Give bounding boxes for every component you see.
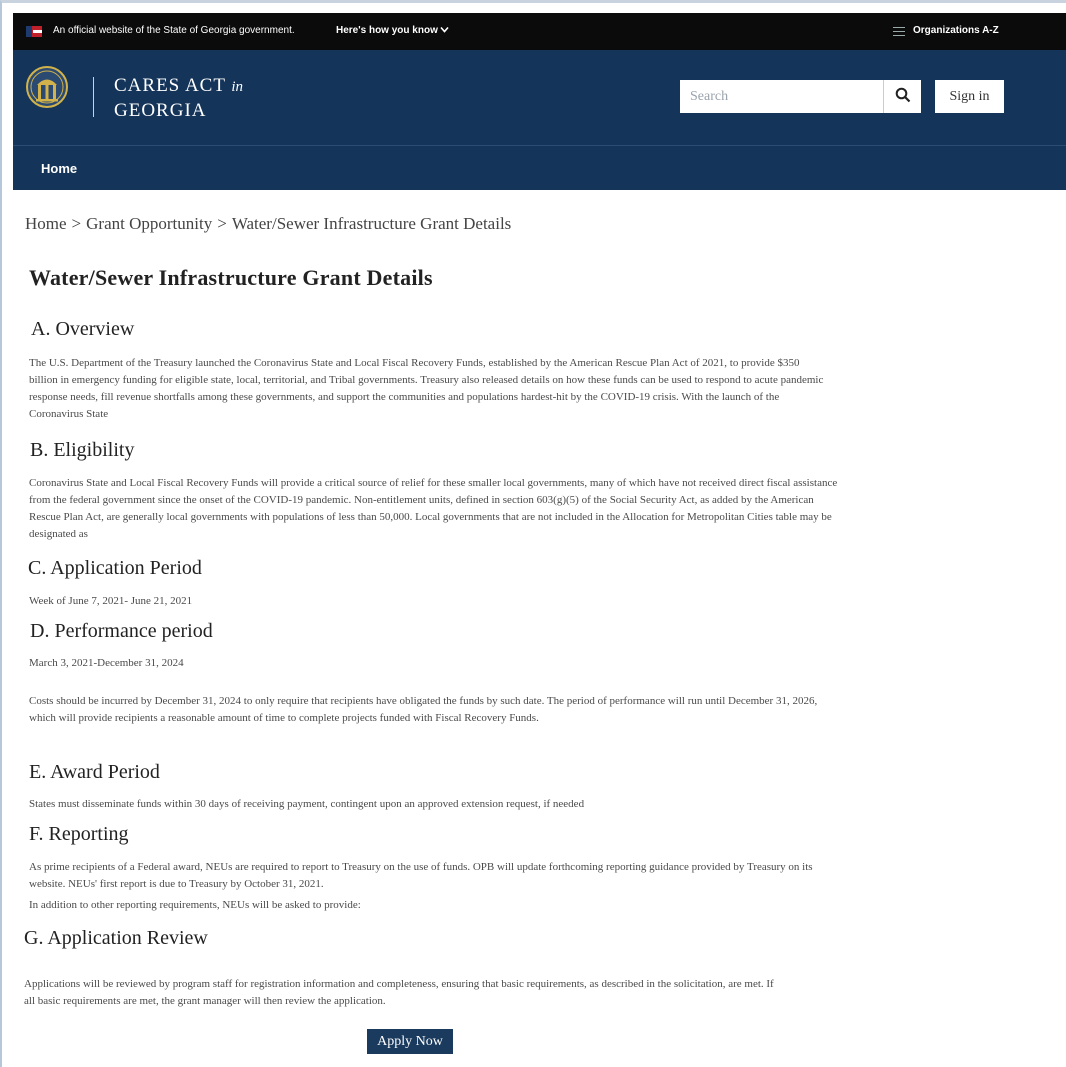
performance-period-dates: March 3, 2021-December 31, 2024 xyxy=(29,657,184,669)
breadcrumb-home[interactable]: Home xyxy=(25,214,67,233)
brand-title: CARES ACT xyxy=(114,75,226,96)
apply-now-button[interactable]: Apply Now xyxy=(367,1029,453,1054)
site-brand[interactable]: CARES ACT in GEORGIA xyxy=(114,74,243,122)
list-icon xyxy=(893,27,905,36)
reporting-heading: F. Reporting xyxy=(29,823,129,845)
application-review-text: Applications will be reviewed by program… xyxy=(24,978,774,1007)
search-button[interactable] xyxy=(883,80,921,113)
overview-text: The U.S. Department of the Treasury laun… xyxy=(29,357,824,420)
reporting-list-intro: In addition to other reporting requireme… xyxy=(29,899,361,911)
brand-divider xyxy=(93,77,94,117)
breadcrumb-grant-opportunity[interactable]: Grant Opportunity xyxy=(86,214,212,233)
nav-item-home[interactable]: Home xyxy=(41,161,77,176)
how-you-know-label: Here's how you know xyxy=(336,25,438,36)
breadcrumb-separator: > xyxy=(217,214,227,233)
gov-banner: An official website of the State of Geor… xyxy=(13,13,1066,50)
breadcrumb-current: Water/Sewer Infrastructure Grant Details xyxy=(231,214,512,233)
performance-period-text: Costs should be incurred by December 31,… xyxy=(29,695,818,724)
how-you-know-toggle[interactable]: Here's how you know xyxy=(336,25,449,36)
chevron-down-icon xyxy=(440,25,449,36)
performance-period-heading: D. Performance period xyxy=(30,620,213,642)
eligibility-heading: B. Eligibility xyxy=(30,439,135,461)
page-title: Water/Sewer Infrastructure Grant Details xyxy=(29,265,433,290)
application-period-text: Week of June 7, 2021- June 21, 2021 xyxy=(29,595,193,607)
reporting-text: As prime recipients of a Federal award, … xyxy=(29,861,813,890)
flag-icon xyxy=(26,26,42,37)
sign-in-button[interactable]: Sign in xyxy=(935,80,1004,113)
breadcrumb-separator: > xyxy=(71,214,82,233)
application-period-heading: C. Application Period xyxy=(28,557,202,579)
search-icon xyxy=(895,87,910,103)
award-period-heading: E. Award Period xyxy=(29,761,160,783)
overview-heading: A. Overview xyxy=(31,318,135,340)
brand-in: in xyxy=(231,79,244,95)
site-header: CARES ACT in GEORGIA Sign in xyxy=(13,50,1066,145)
official-website-text: An official website of the State of Geor… xyxy=(53,25,295,36)
search-input[interactable] xyxy=(680,80,883,113)
eligibility-text: Coronavirus State and Local Fiscal Recov… xyxy=(29,477,838,540)
application-review-heading: G. Application Review xyxy=(24,927,208,949)
breadcrumb: Home > Grant Opportunity > Water/Sewer Infra… xyxy=(25,214,511,234)
brand-state: GEORGIA xyxy=(114,100,207,121)
award-period-text: States must disseminate funds within 30 … xyxy=(29,798,585,810)
georgia-seal-logo[interactable] xyxy=(25,65,69,109)
organizations-link[interactable]: Organizations A-Z xyxy=(913,25,999,36)
main-nav: Home xyxy=(13,145,1066,190)
